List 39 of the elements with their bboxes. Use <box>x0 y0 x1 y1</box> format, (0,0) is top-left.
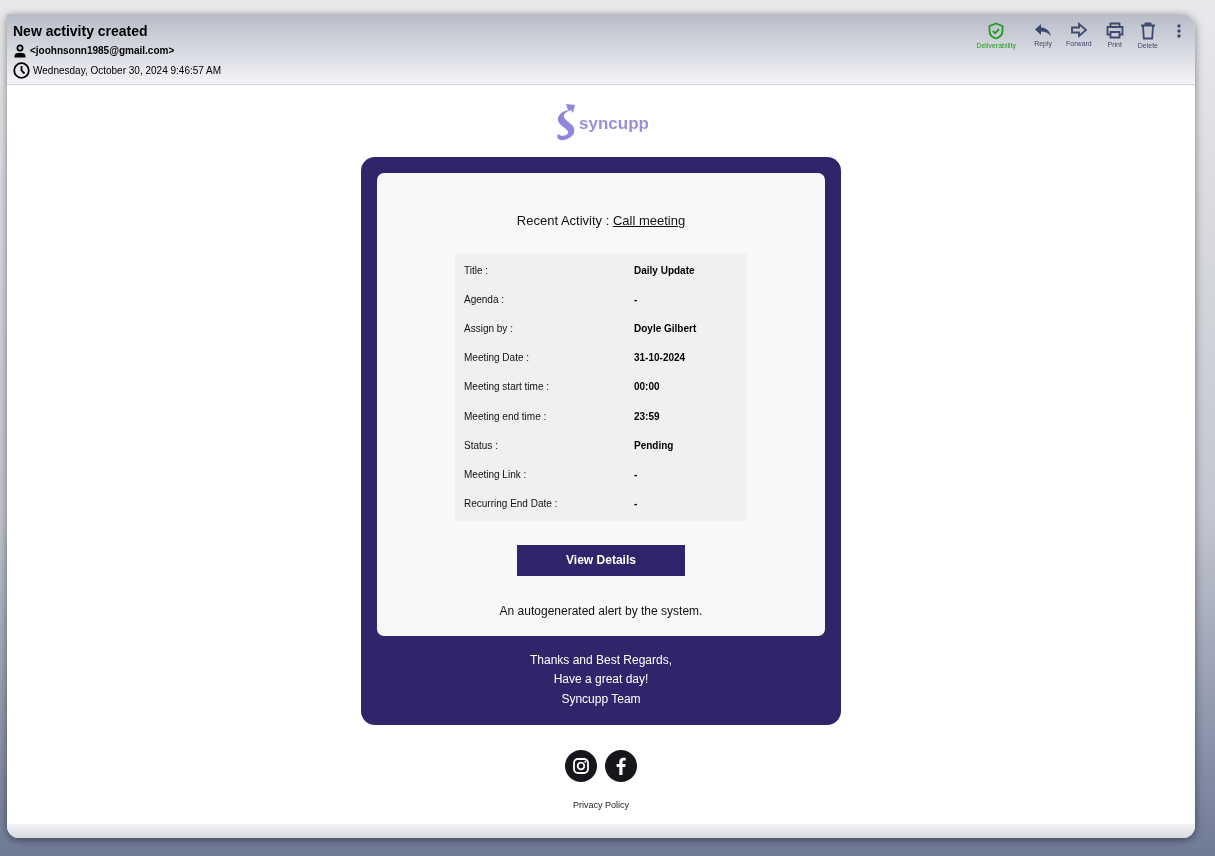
detail-value: - <box>634 497 638 509</box>
detail-label: Recurring End Date : <box>463 497 559 509</box>
detail-value: - <box>634 468 638 480</box>
signoff-line: Thanks and Best Regards, <box>528 651 674 669</box>
autogenerated-note: An autogenerated alert by the system. <box>499 603 703 618</box>
detail-label: Meeting Link : <box>463 468 528 480</box>
detail-value: 31-10-2024 <box>634 352 686 364</box>
detail-label: Agenda : <box>463 294 506 306</box>
signoff-line: Have a great day! <box>552 671 650 689</box>
detail-value: Daily Update <box>634 265 695 277</box>
camera-icon[interactable] <box>565 750 597 783</box>
shield-check-icon <box>987 22 1006 40</box>
letter-f-icon[interactable] <box>605 750 637 783</box>
detail-label: Meeting Date : <box>463 352 531 364</box>
signoff-line: Syncupp Team <box>560 690 642 708</box>
logo-wordmark: syncupp <box>579 114 649 134</box>
detail-value: Doyle Gilbert <box>634 323 697 335</box>
activity-link[interactable]: Call meeting <box>612 213 686 228</box>
detail-value: - <box>634 294 638 306</box>
email-date: Wednesday, October 30, 2024 9:46:57 AM <box>33 65 222 76</box>
activity-label: Recent Activity : <box>516 213 611 228</box>
view-details-button[interactable]: View Details <box>517 544 685 576</box>
trash-icon <box>1139 22 1156 40</box>
detail-label: Title : <box>463 265 490 277</box>
detail-value: 23:59 <box>634 410 660 422</box>
detail-label: Assign by : <box>463 323 514 335</box>
privacy-policy-link[interactable]: Privacy Policy <box>573 800 629 811</box>
detail-label: Status : <box>463 439 499 451</box>
detail-label: Meeting end time : <box>463 410 548 422</box>
detail-value: 00:00 <box>634 381 660 393</box>
clock-icon <box>13 62 30 79</box>
sender-address: <joohnsonn1985@gmail.com> <box>30 45 175 56</box>
printer-icon <box>1105 22 1124 39</box>
person-icon <box>13 43 27 58</box>
detail-value: Pending <box>634 439 674 451</box>
detail-label: Meeting start time : <box>463 381 551 393</box>
email-subject: New activity created <box>13 23 149 39</box>
reply-icon <box>1034 22 1053 38</box>
forward-icon <box>1069 22 1088 38</box>
